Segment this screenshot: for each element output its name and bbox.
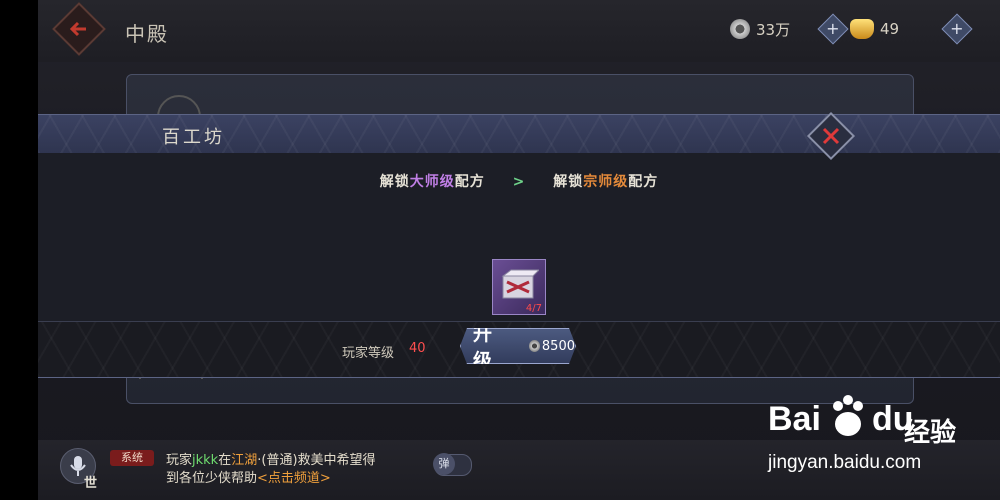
- unlock-prefix-2: 解锁: [553, 174, 584, 190]
- coin-icon: [730, 19, 750, 39]
- upgrade-label: 升 级: [473, 323, 497, 372]
- chat-channel-link[interactable]: <点击频道>: [257, 471, 331, 486]
- material-crate-icon: [501, 269, 539, 299]
- chat-channel[interactable]: 世: [84, 472, 97, 491]
- top-bar: 中殿 33万 + 49 +: [38, 0, 1000, 62]
- add-coin-button[interactable]: +: [817, 13, 849, 45]
- unlock-info: 解锁大师级配方 > 解锁宗师级配方: [38, 171, 1000, 191]
- chat-text: 玩家: [166, 453, 193, 468]
- arrow-right-icon: >: [512, 174, 526, 190]
- chat-place: 江湖: [231, 453, 258, 468]
- chat-text: 中希望得: [323, 453, 376, 468]
- player-level-value: 40: [409, 341, 426, 356]
- back-button[interactable]: [52, 2, 106, 56]
- system-badge: 系统: [110, 450, 154, 466]
- danmaku-toggle[interactable]: 弹: [433, 453, 472, 476]
- chat-text: 到各位少侠帮助: [166, 471, 258, 486]
- dialog-title: 百工坊: [162, 127, 225, 148]
- coin-resource: 33万 +: [730, 13, 849, 45]
- gold-ingot-icon: [850, 19, 874, 39]
- chat-player-name: jkkk: [192, 453, 219, 468]
- plus-icon: +: [950, 19, 964, 38]
- chat-text: ·(普通)救美: [257, 453, 324, 468]
- workshop-dialog: 百工坊 解锁大师级配方 > 解锁宗师级配方 4/7 玩家等级 40 升 级 85…: [38, 111, 1000, 378]
- watermark-url: jingyan.baidu.com: [768, 452, 922, 473]
- baidu-watermark: Bai du 经验 jingyan.baidu.com: [768, 390, 968, 480]
- close-button[interactable]: [806, 111, 856, 161]
- upgrade-button[interactable]: 升 级 8500: [460, 328, 576, 364]
- required-material-slot[interactable]: 4/7: [492, 259, 546, 315]
- chat-message-line-1[interactable]: 玩家jkkk在江湖·(普通)救美中希望得: [166, 449, 376, 468]
- add-gold-button[interactable]: +: [941, 13, 973, 45]
- upgrade-strip: 玩家等级 40 升 级 8500: [38, 321, 1000, 377]
- unlock-tier-grandmaster: 宗师级: [583, 174, 629, 190]
- chat-text: 在: [218, 453, 232, 468]
- upgrade-cost: 8500: [541, 338, 575, 354]
- unlock-tier-master: 大师级: [409, 174, 455, 190]
- chat-message-line-2[interactable]: 到各位少侠帮助<点击频道>: [166, 467, 331, 486]
- unlock-suffix-2: 配方: [628, 174, 659, 190]
- watermark-brand-c: 经验: [904, 418, 957, 448]
- coin-value: 33万: [756, 20, 791, 39]
- baidu-paw-icon: [833, 395, 863, 436]
- coin-icon: [528, 340, 540, 352]
- unlock-suffix-1: 配方: [454, 174, 485, 190]
- dialog-header: 百工坊: [38, 111, 1000, 161]
- close-icon: [822, 127, 840, 145]
- arrow-left-icon: [69, 21, 86, 37]
- material-count: 4/7: [525, 303, 542, 314]
- page-title: 中殿: [125, 22, 169, 46]
- player-level-label: 玩家等级: [342, 346, 395, 361]
- danmaku-toggle-knob: 弹: [433, 453, 455, 475]
- gold-resource: 49 +: [850, 13, 973, 45]
- unlock-prefix-1: 解锁: [379, 174, 410, 190]
- plus-icon: +: [826, 19, 840, 38]
- gold-value: 49: [880, 20, 900, 38]
- watermark-brand-a: Bai: [768, 400, 821, 438]
